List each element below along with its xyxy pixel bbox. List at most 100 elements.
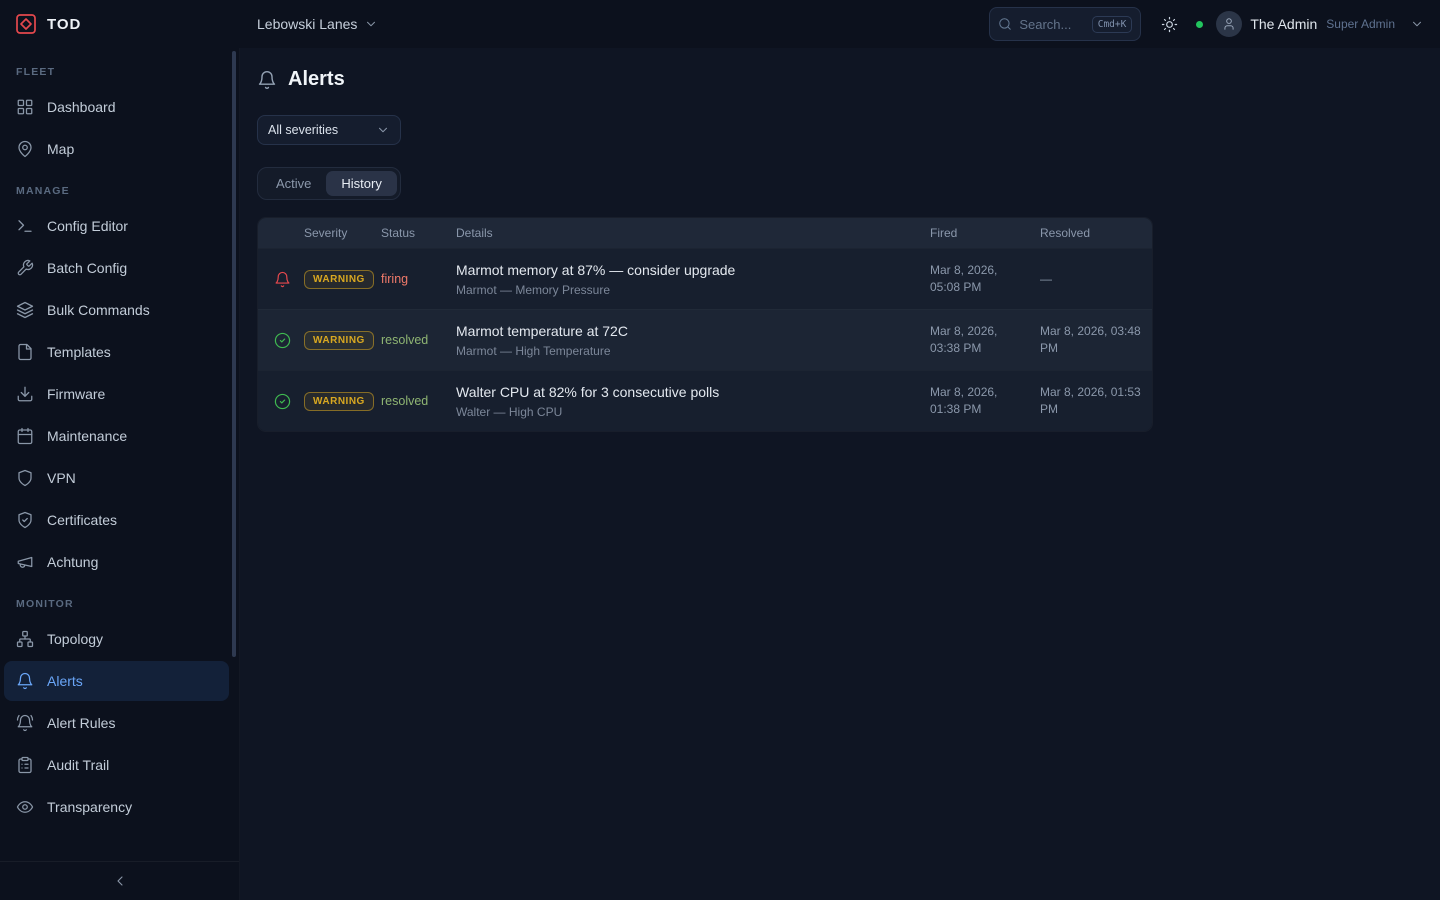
sidebar-item-vpn[interactable]: VPN — [4, 458, 229, 498]
chevron-down-icon — [376, 123, 390, 137]
alert-title: Walter CPU at 82% for 3 consecutive poll… — [456, 384, 916, 400]
sidebar-item-firmware[interactable]: Firmware — [4, 374, 229, 414]
check-circle-icon — [258, 393, 304, 410]
fired-time: Mar 8, 2026, 01:38 PM — [930, 384, 1040, 418]
sidebar-item-label: Maintenance — [47, 428, 127, 444]
sidebar-item-label: Transparency — [47, 799, 132, 815]
map-pin-icon — [16, 140, 34, 158]
severity-badge: WARNING — [304, 331, 374, 350]
severity-filter-value: All severities — [268, 123, 338, 137]
fired-time: Mar 8, 2026, 05:08 PM — [930, 262, 1040, 296]
user-role-badge: Super Admin — [1326, 17, 1395, 31]
theme-toggle-button[interactable] — [1161, 16, 1178, 33]
clipboard-icon — [16, 756, 34, 774]
wrench-icon — [16, 259, 34, 277]
column-header-details: Details — [456, 226, 930, 240]
sidebar-item-label: Audit Trail — [47, 757, 109, 773]
connection-status-dot — [1196, 21, 1203, 28]
resolved-time: Mar 8, 2026, 03:48 PM — [1040, 323, 1152, 357]
terminal-icon — [16, 217, 34, 235]
page-title: Alerts — [288, 68, 345, 91]
search-shortcut-badge: Cmd+K — [1092, 16, 1133, 33]
sidebar: FLEET Dashboard Map MANAGE Config Editor… — [0, 48, 240, 900]
sidebar-item-config-editor[interactable]: Config Editor — [4, 206, 229, 246]
alert-subtitle: Marmot — High Temperature — [456, 344, 916, 358]
collapse-sidebar-button[interactable] — [112, 873, 128, 889]
sidebar-item-label: Map — [47, 141, 74, 157]
user-menu[interactable]: The Admin Super Admin — [1216, 11, 1424, 37]
column-header-status: Status — [381, 226, 456, 240]
topbar: TOD Lebowski Lanes Cmd+K — [0, 0, 1440, 48]
severity-badge: WARNING — [304, 270, 374, 289]
status-text: resolved — [381, 333, 428, 347]
search-input[interactable] — [1019, 17, 1084, 32]
brand: TOD — [0, 0, 240, 48]
table-row[interactable]: WARNING firing Marmot memory at 87% — co… — [258, 248, 1152, 309]
sidebar-item-label: Alert Rules — [47, 715, 115, 731]
brand-name: TOD — [47, 16, 81, 33]
sidebar-item-label: Batch Config — [47, 260, 127, 276]
table-header: Severity Status Details Fired Resolved — [258, 218, 1152, 248]
status-text: resolved — [381, 394, 428, 408]
sidebar-item-bulk-commands[interactable]: Bulk Commands — [4, 290, 229, 330]
sun-icon — [1161, 16, 1178, 33]
sidebar-section-monitor: MONITOR — [0, 584, 239, 617]
sidebar-item-audit-trail[interactable]: Audit Trail — [4, 745, 229, 785]
tab-history[interactable]: History — [326, 171, 396, 196]
resolved-time: — — [1040, 271, 1152, 288]
bell-ring-icon — [16, 714, 34, 732]
sidebar-item-transparency[interactable]: Transparency — [4, 787, 229, 827]
sidebar-item-label: Dashboard — [47, 99, 116, 115]
sidebar-item-label: VPN — [47, 470, 76, 486]
severity-badge: WARNING — [304, 392, 374, 411]
sidebar-item-templates[interactable]: Templates — [4, 332, 229, 372]
sidebar-item-topology[interactable]: Topology — [4, 619, 229, 659]
severity-filter-select[interactable]: All severities — [257, 115, 401, 145]
sidebar-item-alerts[interactable]: Alerts — [4, 661, 229, 701]
sidebar-footer — [0, 861, 239, 900]
megaphone-icon — [16, 553, 34, 571]
brand-logo-icon — [14, 12, 38, 36]
table-row[interactable]: WARNING resolved Marmot temperature at 7… — [258, 309, 1152, 370]
sidebar-item-label: Bulk Commands — [47, 302, 150, 318]
network-icon — [16, 630, 34, 648]
search-box[interactable]: Cmd+K — [989, 7, 1141, 41]
sidebar-item-certificates[interactable]: Certificates — [4, 500, 229, 540]
sidebar-item-label: Config Editor — [47, 218, 128, 234]
sidebar-item-label: Certificates — [47, 512, 117, 528]
sidebar-item-alert-rules[interactable]: Alert Rules — [4, 703, 229, 743]
user-name: The Admin — [1250, 16, 1317, 32]
sidebar-section-fleet: FLEET — [0, 52, 239, 85]
download-icon — [16, 385, 34, 403]
table-row[interactable]: WARNING resolved Walter CPU at 82% for 3… — [258, 370, 1152, 431]
sidebar-scrollbar[interactable] — [232, 51, 236, 657]
sidebar-item-batch-config[interactable]: Batch Config — [4, 248, 229, 288]
column-header-resolved: Resolved — [1040, 226, 1152, 240]
fired-time: Mar 8, 2026, 03:38 PM — [930, 323, 1040, 357]
alerts-table: Severity Status Details Fired Resolved W… — [257, 217, 1153, 432]
alert-subtitle: Marmot — Memory Pressure — [456, 283, 916, 297]
sidebar-item-achtung[interactable]: Achtung — [4, 542, 229, 582]
status-text: firing — [381, 272, 408, 286]
chevron-down-icon — [1410, 17, 1424, 31]
column-header-severity: Severity — [304, 226, 381, 240]
alerts-tabs: Active History — [257, 167, 401, 200]
sidebar-item-map[interactable]: Map — [4, 129, 229, 169]
eye-icon — [16, 798, 34, 816]
shield-check-icon — [16, 511, 34, 529]
alert-subtitle: Walter — High CPU — [456, 405, 916, 419]
sidebar-item-label: Alerts — [47, 673, 83, 689]
sidebar-item-maintenance[interactable]: Maintenance — [4, 416, 229, 456]
layout-grid-icon — [16, 98, 34, 116]
sidebar-item-dashboard[interactable]: Dashboard — [4, 87, 229, 127]
org-selector[interactable]: Lebowski Lanes — [257, 16, 378, 32]
bell-alert-icon — [258, 271, 304, 288]
avatar — [1216, 11, 1242, 37]
layers-icon — [16, 301, 34, 319]
column-header-fired: Fired — [930, 226, 1040, 240]
search-icon — [998, 17, 1012, 31]
shield-icon — [16, 469, 34, 487]
sidebar-item-label: Templates — [47, 344, 111, 360]
tab-active[interactable]: Active — [261, 171, 326, 196]
bell-icon — [16, 672, 34, 690]
